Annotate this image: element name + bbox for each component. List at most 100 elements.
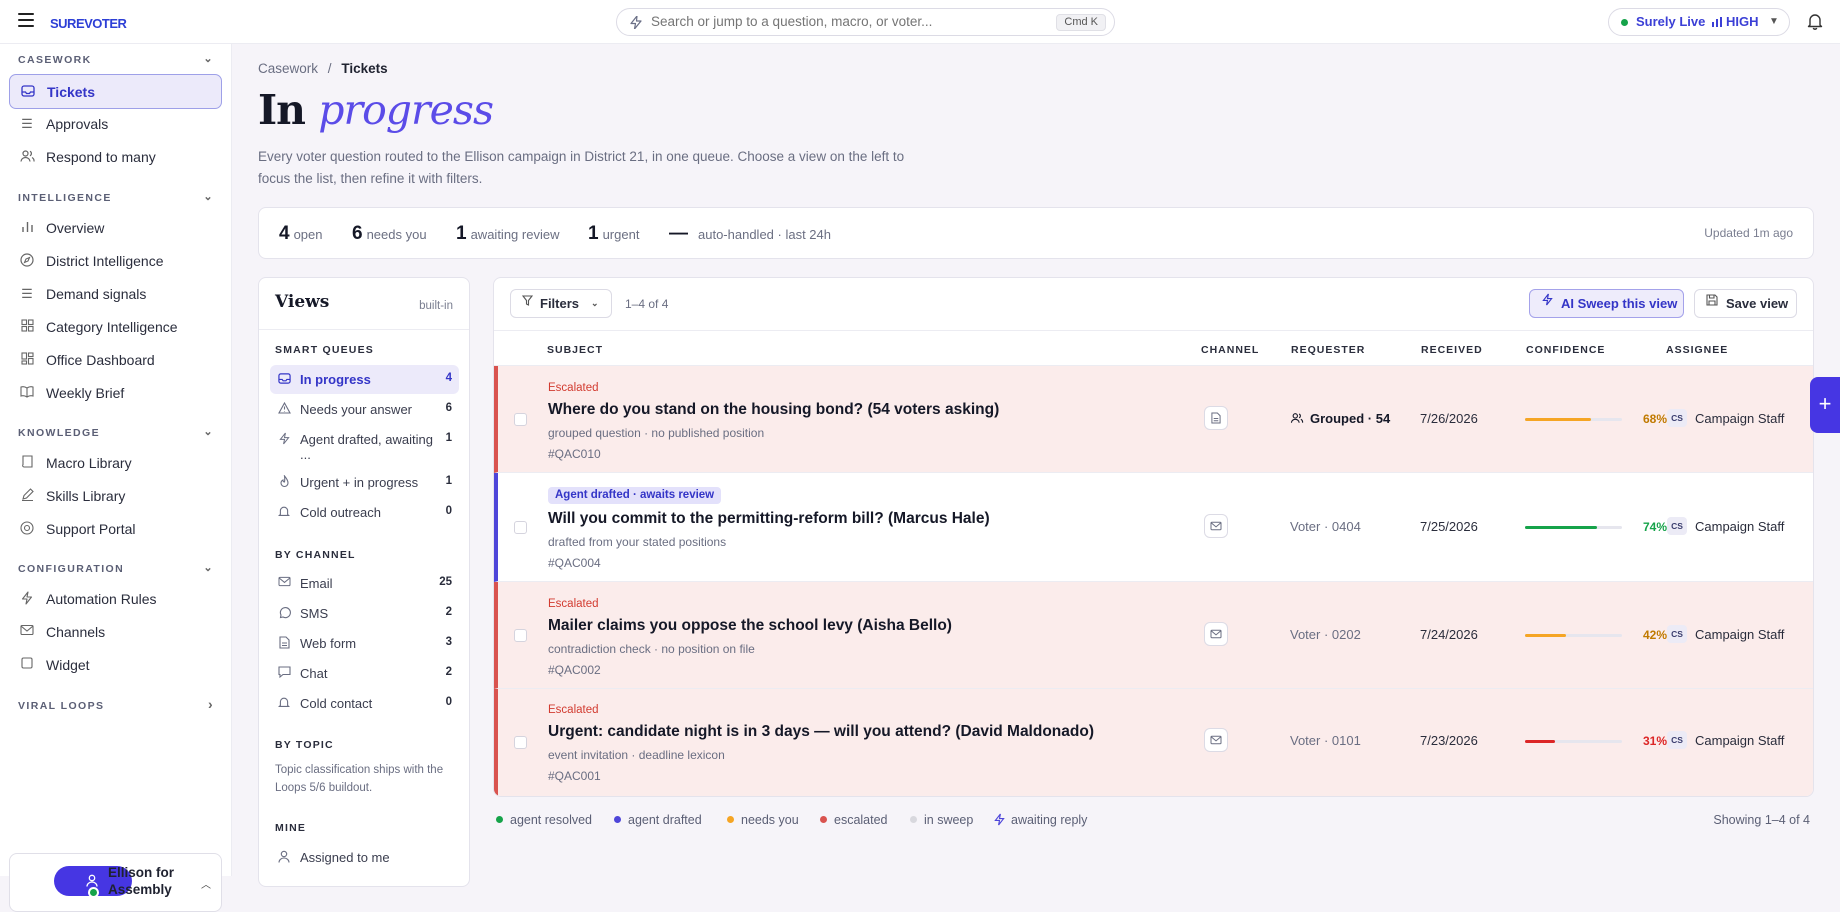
table-row[interactable]: Escalated Where do you stand on the hous…	[494, 366, 1813, 473]
assignee-avatar: CS	[1667, 625, 1687, 643]
view-channel-chat[interactable]: Chat 2	[270, 659, 459, 688]
sidebar-item-skills-library[interactable]: Skills Library	[9, 479, 222, 514]
result-range: 1–4 of 4	[625, 297, 669, 311]
search-input[interactable]	[651, 14, 1031, 29]
confidence-bar	[1525, 418, 1622, 421]
view-agent-drafted[interactable]: Agent drafted, awaiting ... 1	[270, 425, 459, 465]
confidence-bar	[1525, 526, 1622, 529]
view-cold-outreach[interactable]: Cold outreach 0	[270, 498, 459, 527]
row-assignee[interactable]: Campaign Staff	[1695, 519, 1784, 534]
view-urgent-in-progress[interactable]: Urgent + in progress 1	[270, 468, 459, 497]
live-status-selector[interactable]: Surely Live HIGH ▼	[1608, 8, 1790, 36]
notifications-bell-icon[interactable]	[1807, 12, 1823, 30]
sidebar-item-macro-library[interactable]: Macro Library	[9, 446, 222, 481]
view-needs-your-answer[interactable]: Needs your answer 6	[270, 395, 459, 424]
filter-icon	[521, 290, 534, 317]
sidebar-section-viral-loops[interactable]: VIRAL LOOPS ›	[18, 696, 214, 712]
sidebar-item-support-portal[interactable]: Support Portal	[9, 512, 222, 547]
column-header-assignee[interactable]: ASSIGNEE	[1666, 344, 1728, 356]
online-status-dot	[88, 887, 99, 898]
chevron-down-icon: ⌄	[203, 53, 214, 65]
list-icon: ☰	[21, 286, 33, 301]
row-received: 7/24/2026	[1420, 627, 1478, 642]
sidebar-section-intelligence[interactable]: INTELLIGENCE ⌄	[18, 191, 214, 204]
sidebar-section-casework[interactable]: CASEWORK ⌄	[18, 53, 214, 66]
view-channel-sms[interactable]: SMS 2	[270, 599, 459, 628]
sidebar-item-widget[interactable]: Widget	[9, 648, 222, 683]
row-checkbox[interactable]	[514, 736, 527, 749]
sidebar-item-office-dashboard[interactable]: Office Dashboard	[9, 343, 222, 378]
save-view-button[interactable]: Save view	[1694, 289, 1797, 318]
mail-icon	[1204, 514, 1228, 538]
row-title[interactable]: Will you commit to the permitting-reform…	[548, 510, 990, 528]
views-badge: built-in	[419, 300, 453, 312]
page-description: Every voter question routed to the Ellis…	[258, 149, 905, 186]
sidebar-section-knowledge[interactable]: KNOWLEDGE ⌄	[18, 426, 214, 439]
sidebar-item-tickets[interactable]: Tickets	[9, 74, 222, 109]
view-channel-email[interactable]: Email 25	[270, 569, 459, 598]
sidebar-item-weekly-brief[interactable]: Weekly Brief	[9, 376, 222, 411]
chevron-down-icon: ⌄	[203, 426, 214, 438]
confidence-value: 31%	[1642, 734, 1667, 748]
column-header-requester[interactable]: REQUESTER	[1291, 344, 1365, 356]
legend-needs-you: needs you	[727, 813, 799, 827]
column-header-subject[interactable]: SUBJECT	[547, 344, 603, 356]
views-heading-by-channel: BY CHANNEL	[275, 549, 356, 561]
view-channel-web-form[interactable]: Web form 3	[270, 629, 459, 658]
row-title[interactable]: Urgent: candidate night is in 3 days — w…	[548, 723, 1094, 741]
inbox-icon	[277, 372, 291, 388]
column-header-received[interactable]: RECEIVED	[1421, 344, 1483, 356]
row-assignee[interactable]: Campaign Staff	[1695, 411, 1784, 426]
row-checkbox[interactable]	[514, 629, 527, 642]
view-in-progress[interactable]: In progress 4	[270, 365, 459, 394]
row-checkbox[interactable]	[514, 413, 527, 426]
top-bar: SUREVOTER Cmd K Surely Live HIGH ▼	[0, 0, 1840, 44]
breadcrumb-casework[interactable]: Casework	[258, 61, 318, 76]
column-header-confidence[interactable]: CONFIDENCE	[1526, 344, 1605, 356]
filters-button[interactable]: Filters ⌄	[510, 289, 612, 318]
row-id: #QAC002	[548, 663, 601, 677]
ai-sweep-button[interactable]: AI Sweep this view	[1529, 289, 1684, 318]
organization-switcher[interactable]: Ellison for Assembly ︿	[9, 853, 222, 912]
hamburger-menu-icon[interactable]	[18, 13, 34, 27]
sidebar-item-overview[interactable]: Overview	[9, 211, 222, 246]
row-requester: Voter · 0101	[1290, 733, 1361, 748]
row-assignee[interactable]: Campaign Staff	[1695, 733, 1784, 748]
sidebar-item-respond-to-many[interactable]: Respond to many	[9, 140, 222, 175]
sidebar-item-channels[interactable]: Channels	[9, 615, 222, 650]
assignee-avatar: CS	[1667, 409, 1687, 427]
view-channel-cold-contact[interactable]: Cold contact 0	[270, 689, 459, 718]
sidebar-item-approvals[interactable]: ☰ Approvals	[9, 107, 222, 142]
row-checkbox[interactable]	[514, 521, 527, 534]
sidebar-item-demand-signals[interactable]: ☰ Demand signals	[9, 277, 222, 312]
live-status-dot	[1621, 19, 1628, 26]
live-status-label: Surely Live	[1636, 14, 1706, 29]
global-search[interactable]: Cmd K	[616, 8, 1115, 36]
row-title[interactable]: Mailer claims you oppose the school levy…	[548, 617, 952, 635]
breadcrumb: Casework / Tickets	[258, 61, 388, 76]
sidebar-item-automation-rules[interactable]: Automation Rules	[9, 582, 222, 617]
app-logo[interactable]: SUREVOTER	[50, 16, 127, 31]
sidebar-item-category-intelligence[interactable]: Category Intelligence	[9, 310, 222, 345]
row-title[interactable]: Where do you stand on the housing bond? …	[548, 401, 999, 419]
view-assigned-to-me[interactable]: Assigned to me	[270, 843, 459, 872]
inbox-icon	[20, 84, 36, 100]
table-row[interactable]: Escalated Mailer claims you oppose the s…	[494, 582, 1813, 689]
row-requester: Grouped · 54	[1290, 411, 1390, 426]
table-row[interactable]: Agent drafted · awaits review Will you c…	[494, 473, 1813, 582]
breadcrumb-separator: /	[327, 61, 332, 76]
row-assignee[interactable]: Campaign Staff	[1695, 627, 1784, 642]
add-button[interactable]: +	[1810, 377, 1840, 433]
sidebar-section-configuration[interactable]: CONFIGURATION ⌄	[18, 562, 214, 575]
bolt-icon	[277, 432, 291, 448]
table-row[interactable]: Escalated Urgent: candidate night is in …	[494, 689, 1813, 796]
sidebar-item-district-intelligence[interactable]: District Intelligence	[9, 244, 222, 279]
column-header-channel[interactable]: CHANNEL	[1201, 344, 1259, 356]
save-icon	[1706, 290, 1718, 317]
confidence-value: 74%	[1642, 520, 1667, 534]
row-id: #QAC010	[548, 447, 601, 461]
row-subtitle: grouped question · no published position	[548, 426, 765, 440]
views-heading-smart-queues: SMART QUEUES	[275, 344, 374, 356]
search-shortcut-badge: Cmd K	[1056, 14, 1106, 31]
confidence-fill	[1525, 418, 1591, 421]
